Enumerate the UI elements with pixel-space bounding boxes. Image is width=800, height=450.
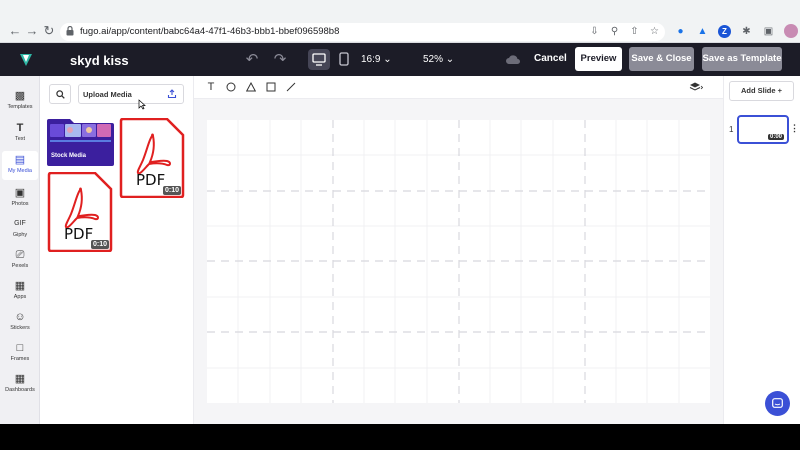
fugo-logo-icon[interactable] [18,52,34,68]
upload-icon [167,89,177,99]
layers-icon[interactable] [689,81,703,93]
frames-icon: □ [16,342,24,354]
slide-more-icon[interactable]: ⋮ [790,123,799,134]
undo-icon[interactable]: ↶ [243,51,261,69]
zoom-icon[interactable]: ⚲ [608,25,621,38]
pdf-media-item[interactable]: PDF 0:10 [119,117,185,199]
sidebar-item-pexels[interactable]: ⎚ Pexels [2,249,38,276]
circle-tool-icon[interactable] [226,82,236,92]
canvas-grid [207,120,710,403]
upload-media-button[interactable]: Upload Media [78,84,184,104]
slide-number: 1 [729,125,734,134]
profile-avatar[interactable] [784,24,798,38]
zoom-select[interactable]: 52% ⌄ [423,54,454,65]
apps-icon: ▦ [14,280,26,292]
browser-chrome: ← → ↻ fugo.ai/app/content/babc64a4-47f1-… [0,0,800,43]
photos-icon: ▣ [14,187,26,199]
mouse-cursor-icon [138,99,146,110]
sidebar-item-text[interactable]: T Text [2,122,38,149]
bottom-letterbox [0,424,800,450]
aspect-ratio-select[interactable]: 16:9 ⌄ [361,54,392,65]
sidebar-item-frames[interactable]: □ Frames [2,342,38,369]
duration-badge: 0:10 [162,186,181,195]
slide-duration-badge: 0:00 [767,134,784,140]
dashboards-icon: ▦ [14,373,26,385]
media-search-button[interactable] [49,84,71,104]
sidebar-item-templates[interactable]: ▩ Templates [2,90,38,117]
mobile-view-icon[interactable] [339,52,349,66]
cloud-sync-icon [506,55,520,64]
chat-support-button[interactable] [765,391,790,416]
pexels-icon: ⎚ [15,249,25,261]
sidebar-item-photos[interactable]: ▣ Photos [2,187,38,214]
sidebar-item-giphy[interactable]: GIF Giphy [2,218,38,245]
install-icon[interactable]: ⇩ [588,25,601,38]
sidepanel-icon[interactable]: ▣ [762,25,775,38]
line-tool-icon[interactable] [286,82,296,92]
sidebar-item-apps[interactable]: ▦ Apps [2,280,38,307]
extension-person-icon[interactable]: ▲ [696,25,709,38]
desktop-view-button[interactable] [308,49,330,70]
url-text: fugo.ai/app/content/babc64a4-47f1-46b3-b… [80,26,340,37]
forward-icon[interactable]: → [25,24,39,38]
add-slide-button[interactable]: Add Slide + [729,81,794,101]
pdf-media-item[interactable]: PDF 0:10 [47,171,113,253]
stock-media-folder-icon [47,119,114,166]
screen: ← → ↻ fugo.ai/app/content/babc64a4-47f1-… [0,0,800,450]
sidebar-item-dashboards[interactable]: ▦ Dashboards [2,373,38,400]
save-as-template-button[interactable]: Save as Template [702,47,782,71]
extensions-puzzle-icon[interactable]: ✱ [740,25,753,38]
chat-icon [772,398,783,408]
giphy-icon: GIF [14,220,26,227]
project-title[interactable]: skyd kiss [70,53,129,68]
triangle-tool-icon[interactable] [246,82,256,92]
text-icon: T [16,122,24,134]
lock-icon [66,26,74,36]
save-close-button[interactable]: Save & Close [629,47,694,71]
stock-media-folder[interactable]: Stock Media [46,118,115,167]
bookmark-star-icon[interactable]: ☆ [648,25,661,38]
slide-canvas[interactable] [207,120,710,403]
share-icon[interactable]: ⇧ [628,25,641,38]
back-icon[interactable]: ← [8,24,22,38]
search-icon [56,90,65,99]
redo-icon[interactable]: ↷ [271,51,289,69]
stickers-icon: ☺ [14,311,26,323]
extension-blue-icon[interactable]: ● [674,25,687,38]
duration-badge: 0:10 [90,240,109,249]
my-media-icon: ▤ [14,154,26,166]
templates-icon: ▩ [14,90,26,102]
address-bar[interactable]: fugo.ai/app/content/babc64a4-47f1-46b3-b… [60,23,665,41]
cancel-button[interactable]: Cancel [534,53,567,64]
sidebar-item-my-media[interactable]: ▤ My Media [2,151,38,180]
slide-thumbnail[interactable]: 0:00 [737,115,789,144]
sidebar-item-stickers[interactable]: ☺ Stickers [2,311,38,338]
preview-button[interactable]: Preview [575,47,622,71]
text-tool-icon[interactable]: T [206,82,216,93]
extension-z-icon[interactable]: Z [718,24,731,38]
monitor-icon [312,53,326,66]
rectangle-tool-icon[interactable] [266,82,276,92]
reload-icon[interactable]: ↻ [42,24,56,38]
